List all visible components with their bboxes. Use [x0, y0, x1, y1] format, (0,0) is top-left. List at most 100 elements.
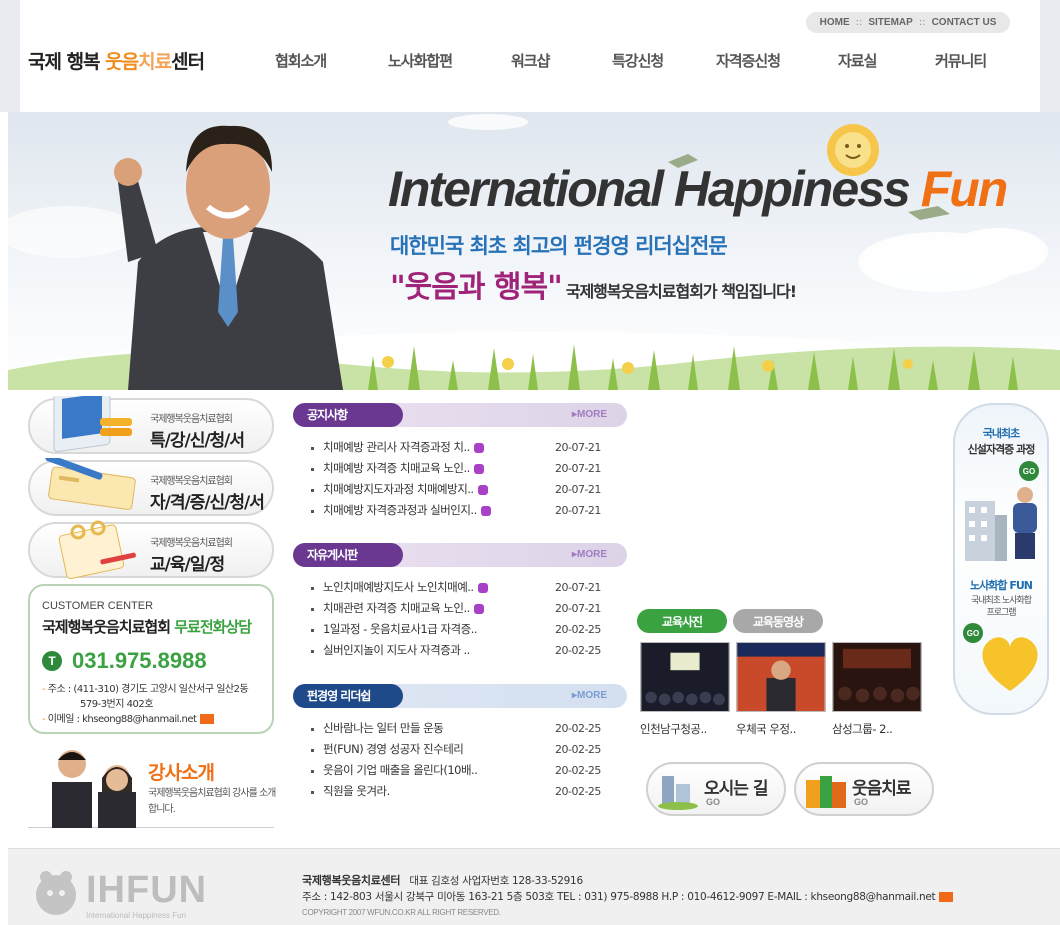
nav-item-certificate[interactable]: 자격증신청: [716, 50, 781, 71]
notice-list: 치매예방 관리사 자격증과정 치.. 20-07-21 치매예방 자격증 치매교육 …: [293, 437, 627, 521]
tab-education-photos[interactable]: 교육사진: [637, 609, 727, 633]
new-badge-icon: [473, 442, 484, 453]
photo-thumbnail: [736, 642, 826, 712]
customer-center-label: CUSTOMER CENTER: [42, 600, 154, 612]
free-board-title[interactable]: 자유게시판: [293, 543, 403, 567]
laughter-therapy-label: 웃음치료: [852, 779, 912, 799]
notice-board: 공지사항 ▸MORE 치매예방 관리사 자격증과정 치.. 20-07-21 치매예…: [293, 403, 627, 521]
footer-logo: IHFUN International Happiness Fun: [30, 865, 220, 921]
home-link[interactable]: HOME: [820, 17, 850, 28]
certificate-application-button[interactable]: 국제행복웃음치료협회 자/격/증/신/청/서: [28, 458, 274, 516]
board-item-title: 치매관련 자격증 치매교육 노인..: [323, 601, 470, 615]
board-item[interactable]: 치매예방지도자과정 치매예방지.. 20-07-21: [293, 479, 627, 500]
sitemap-link[interactable]: SITEMAP: [868, 17, 912, 28]
go-badge: GO: [1019, 461, 1039, 481]
new-badge-icon: [480, 505, 491, 516]
email-text[interactable]: 이메일 : khseong88@hanmail.net: [48, 714, 197, 725]
photo-item[interactable]: 인천남구청공..: [640, 642, 730, 737]
laughter-therapy-go: GO: [854, 797, 869, 807]
photo-tabs: 교육사진 교육동영상: [637, 609, 823, 633]
banner-program-desc-line2: 프로그램: [986, 608, 1016, 618]
board-item-date: 20-02-25: [555, 644, 601, 657]
board-item-date: 20-02-25: [555, 785, 601, 798]
photo-caption: 삼성그룹- 2..: [832, 722, 893, 736]
address-line1: 주소 : (411-310) 경기도 고양시 일산서구 일산2동: [47, 684, 249, 695]
instructor-intro-banner[interactable]: 강사소개 국제행복웃음치료협회 강사를 소개합니다.: [28, 742, 276, 828]
photo-gallery: 인천남구청공.. 우체국 우정.. 삼성그룹- 2..: [640, 642, 922, 737]
mail-icon: [200, 714, 215, 724]
nav-item-labor[interactable]: 노사화합편: [388, 50, 453, 71]
board-item[interactable]: 웃음이 기업 매출을 올린다(10배.. 20-02-25: [293, 760, 627, 781]
notebook-pencil-icon: [45, 458, 136, 510]
banner-program-desc-line1: 국내최초 노사화합: [970, 596, 1032, 606]
hero-title-main: International Happiness: [388, 161, 911, 217]
nav-item-workshop[interactable]: 워크샵: [511, 50, 550, 71]
contact-us-link[interactable]: CONTACT US: [932, 17, 997, 28]
banner-program-desc: 국내최초 노사화합 프로그램: [955, 595, 1047, 619]
leadership-board: 펀경영 리더쉽 ▸MORE 신바람나는 일터 만들 운동 20-02-25 펀(FU…: [293, 684, 627, 802]
nav-item-about[interactable]: 협회소개: [275, 50, 327, 71]
board-item-title: 1일과정 - 웃음치료사1급 자격증..: [323, 622, 478, 636]
footer-address: 주소 : 142-803 서울시 강북구 미아동 163-21 5층 503호 …: [302, 891, 936, 903]
notice-board-title[interactable]: 공지사항: [293, 403, 403, 427]
books-icon: [806, 776, 846, 808]
board-item[interactable]: 치매예방 자격증 치매교육 노인.. 20-07-21: [293, 458, 627, 479]
building-icon: [658, 776, 698, 810]
footer-info: 국제행복웃음치료센터 대표 김호성 사업자번호 128-33-52916 주소 …: [302, 873, 954, 921]
board-item-date: 20-02-25: [555, 722, 601, 735]
footer-company-name: 국제행복웃음치료센터: [302, 874, 401, 887]
address-line2: 579-3번지 402호: [80, 699, 153, 710]
directions-label: 오시는 길: [704, 779, 768, 799]
leadership-board-title[interactable]: 펀경영 리더쉽: [293, 684, 403, 708]
board-item[interactable]: 직원을 웃겨라. 20-02-25: [293, 781, 627, 802]
board-item[interactable]: 치매관련 자격증 치매교육 노인.. 20-07-21: [293, 598, 627, 619]
board-item[interactable]: 실버인지놀이 지도사 자격증과 .. 20-02-25: [293, 640, 627, 661]
leadership-more-link[interactable]: ▸MORE: [572, 690, 607, 701]
board-item-title: 치매예방 자격증과정과 실버인지..: [323, 503, 477, 517]
board-item-title: 펀(FUN) 경영 성공자 진수테리: [323, 742, 464, 756]
board-item-title: 웃음이 기업 매출을 올린다(10배..: [323, 763, 478, 777]
customer-center-org: 국제행복웃음치료협회: [42, 618, 171, 636]
board-item[interactable]: 치매예방 관리사 자격증과정 치.. 20-07-21: [293, 437, 627, 458]
photo-caption: 인천남구청공..: [640, 722, 707, 736]
board-item[interactable]: 노인치매예방지도사 노인치매예.. 20-07-21: [293, 577, 627, 598]
main-nav: 협회소개 노사화합편 워크샵 특강신청 자격증신청 자료실 커뮤니티: [0, 50, 1060, 70]
nav-item-library[interactable]: 자료실: [838, 50, 877, 71]
phone-number-text: 031.975.8988: [72, 648, 207, 673]
photo-item[interactable]: 삼성그룹- 2..: [832, 642, 922, 737]
hero-title: International Happiness Fun: [388, 160, 1008, 218]
board-item[interactable]: 치매예방 자격증과정과 실버인지.. 20-07-21: [293, 500, 627, 521]
board-item[interactable]: 신바람나는 일터 만들 운동 20-02-25: [293, 718, 627, 739]
laughter-therapy-button[interactable]: 웃음치료 GO: [794, 762, 934, 816]
nav-item-community[interactable]: 커뮤니티: [935, 50, 987, 71]
board-item-title: 치매예방 관리사 자격증과정 치..: [323, 440, 470, 454]
right-side-banner[interactable]: 국내최초 신설자격증 과정 GO 노사화합 FUN 국내최초 노사화합 프로그램…: [953, 403, 1049, 715]
board-item-date: 20-02-25: [555, 623, 601, 636]
directions-button[interactable]: 오시는 길 GO: [646, 762, 786, 816]
board-item[interactable]: 1일과정 - 웃음치료사1급 자격증.. 20-02-25: [293, 619, 627, 640]
presenter-photo: [114, 125, 343, 390]
left-column: 국제행복웃음치료협회 특/강/신/청/서 국제행복웃음치료협회 자/격/증/신/…: [28, 396, 276, 828]
tab-education-videos[interactable]: 교육동영상: [733, 609, 823, 633]
free-board-more-link[interactable]: ▸MORE: [572, 549, 607, 560]
photo-thumbnail: [832, 642, 922, 712]
leadership-list: 신바람나는 일터 만들 운동 20-02-25 펀(FUN) 경영 성공자 진수테리…: [293, 718, 627, 802]
footer: IHFUN International Happiness Fun 국제행복웃음…: [8, 848, 1060, 925]
board-item[interactable]: 펀(FUN) 경영 성공자 진수테리 20-02-25: [293, 739, 627, 760]
phone-number[interactable]: T 031.975.8988: [42, 648, 207, 674]
free-board-list: 노인치매예방지도사 노인치매예.. 20-07-21 치매관련 자격증 치매교육 노…: [293, 577, 627, 661]
photo-item[interactable]: 우체국 우정..: [736, 642, 826, 737]
board-item-date: 20-07-21: [555, 581, 601, 594]
calendar-icon: [58, 520, 136, 580]
footer-logo-text: IHFUN: [86, 869, 208, 911]
notice-more-link[interactable]: ▸MORE: [572, 409, 607, 420]
free-board: 자유게시판 ▸MORE 노인치매예방지도사 노인치매예.. 20-07-21 치매관…: [293, 543, 627, 661]
education-schedule-button[interactable]: 국제행복웃음치료협회 교/육/일/정: [28, 520, 274, 580]
certificate-button-org: 국제행복웃음치료협회: [150, 476, 233, 487]
photo-thumbnail: [640, 642, 730, 712]
lecture-application-button[interactable]: 국제행복웃음치료협회 특/강/신/청/서: [28, 396, 274, 454]
board-item-date: 20-07-21: [555, 602, 601, 615]
nav-item-lecture[interactable]: 특강신청: [612, 50, 664, 71]
board-item-title: 실버인지놀이 지도사 자격증과 ..: [323, 643, 470, 657]
instructors-photo: [52, 750, 136, 828]
